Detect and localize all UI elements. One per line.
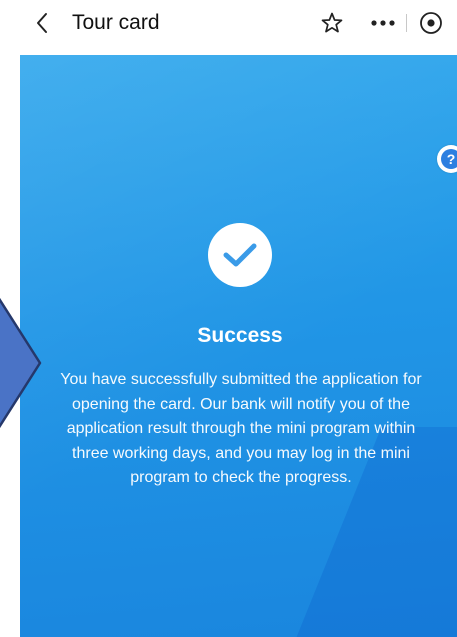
top-nav-bar: Tour card bbox=[0, 0, 457, 46]
favorite-button[interactable] bbox=[319, 10, 345, 36]
page: Tour card ? Success You have successfull… bbox=[0, 0, 457, 637]
star-outline-icon bbox=[321, 12, 343, 33]
more-button[interactable] bbox=[360, 8, 406, 38]
close-mini-program-button[interactable] bbox=[414, 8, 448, 38]
record-target-icon bbox=[420, 12, 442, 34]
back-chevron-icon bbox=[37, 13, 47, 33]
back-button[interactable] bbox=[30, 10, 54, 36]
help-button[interactable]: ? bbox=[437, 145, 457, 173]
pointer-arrow-shape bbox=[0, 297, 42, 429]
capsule-divider bbox=[406, 14, 407, 32]
checkmark-icon bbox=[223, 243, 257, 267]
success-check-badge bbox=[208, 223, 272, 287]
more-dots-icon bbox=[371, 20, 395, 26]
help-icon: ? bbox=[441, 149, 457, 169]
success-message: You have successfully submitted the appl… bbox=[60, 371, 422, 486]
success-title: Success bbox=[197, 324, 283, 347]
mini-program-capsule bbox=[360, 8, 452, 38]
page-title: Tour card bbox=[72, 11, 160, 34]
